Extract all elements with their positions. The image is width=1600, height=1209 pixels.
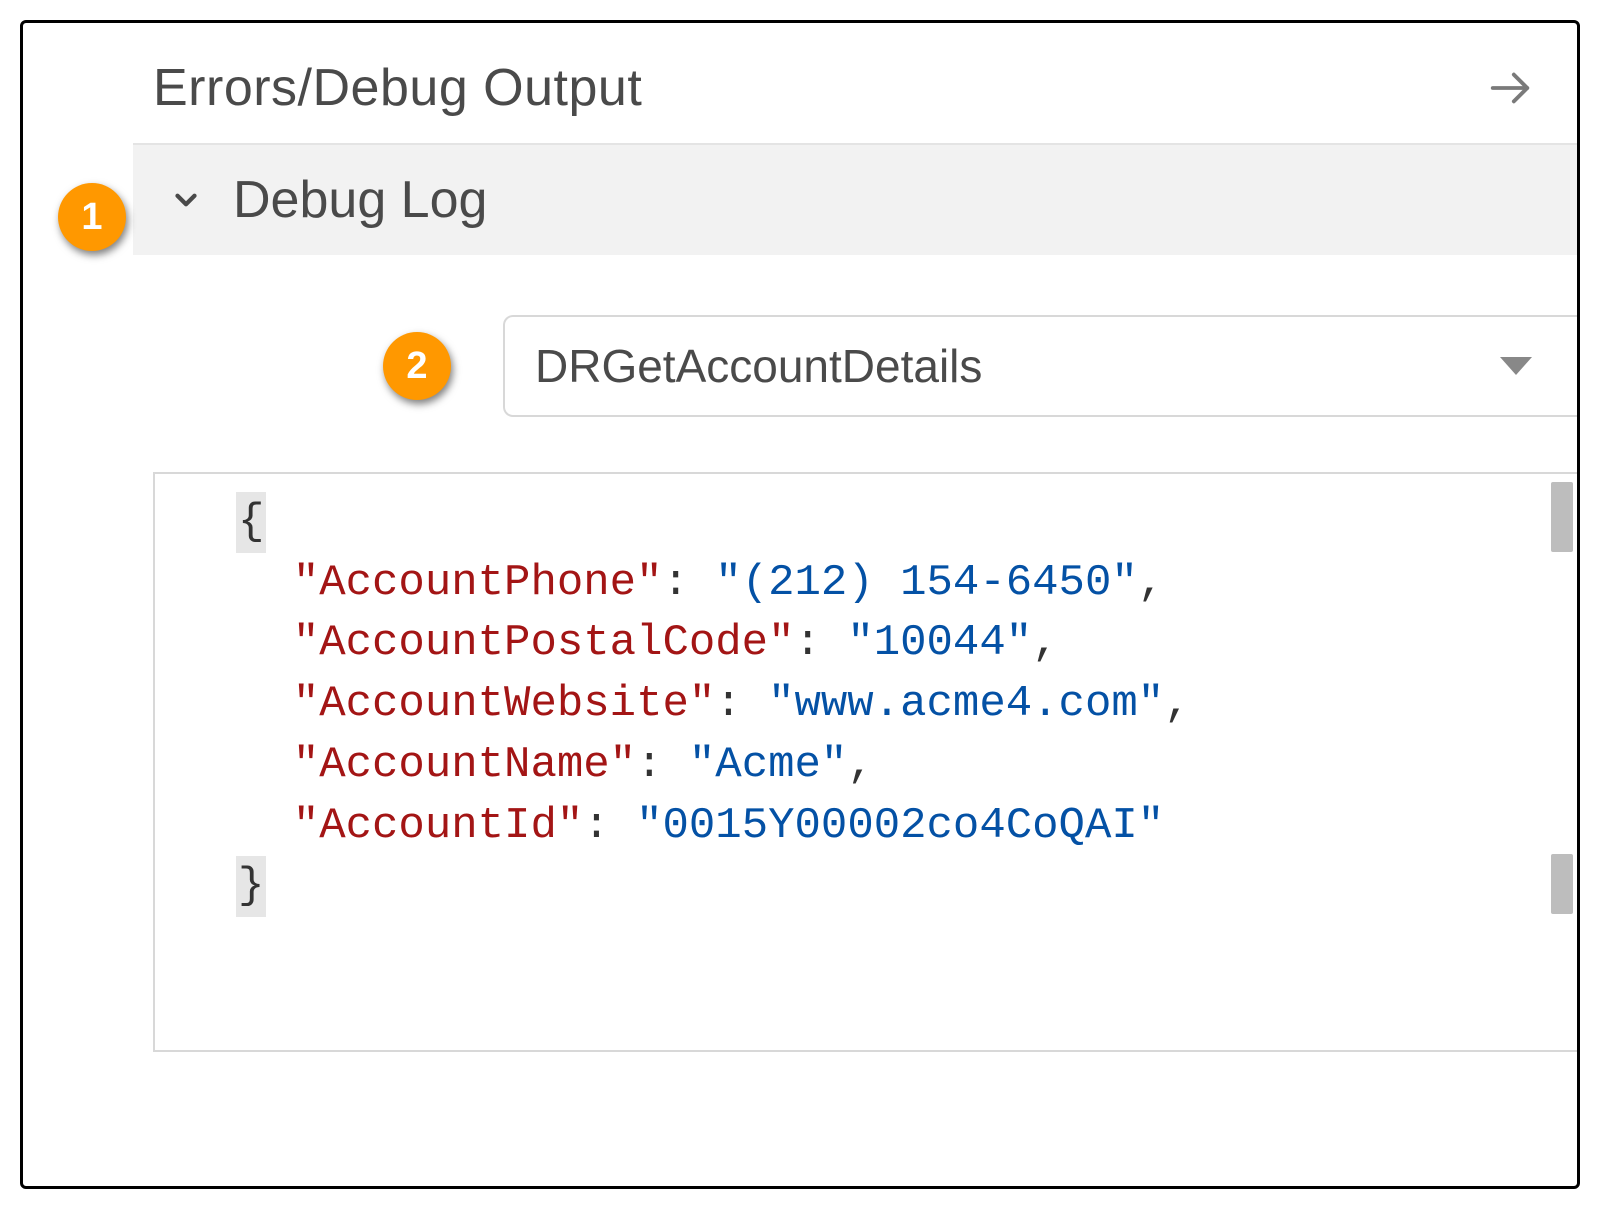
- json-key: "AccountName": [293, 740, 636, 790]
- json-colon: :: [715, 679, 768, 729]
- json-value: "(212) 154-6450": [715, 558, 1137, 608]
- scrollbar-thumb[interactable]: [1551, 854, 1573, 914]
- json-brace-open: {: [236, 492, 266, 553]
- json-comma: ,: [1164, 679, 1190, 729]
- debug-panel: Errors/Debug Output 1 Debug Log 2 DRGetA…: [20, 20, 1580, 1189]
- json-value: "Acme": [689, 740, 847, 790]
- json-output-area[interactable]: { "AccountPhone": "(212) 154-6450", "Acc…: [153, 472, 1577, 1052]
- code-area-wrap: { "AccountPhone": "(212) 154-6450", "Acc…: [153, 472, 1577, 1052]
- arrow-right-icon[interactable]: [1482, 61, 1537, 116]
- json-key: "AccountPhone": [293, 558, 663, 608]
- panel-header: Errors/Debug Output: [23, 23, 1577, 143]
- json-key: "AccountId": [293, 801, 583, 851]
- action-dropdown[interactable]: DRGetAccountDetails: [503, 315, 1577, 417]
- scrollbar-thumb[interactable]: [1551, 482, 1573, 552]
- json-colon: :: [583, 801, 636, 851]
- json-comma: ,: [1138, 558, 1164, 608]
- dropdown-selected-label: DRGetAccountDetails: [535, 339, 982, 393]
- callout-badge-2: 2: [383, 332, 451, 400]
- caret-down-icon: [1500, 357, 1532, 375]
- json-comma: ,: [847, 740, 873, 790]
- section-title: Debug Log: [233, 170, 487, 230]
- json-colon: :: [795, 618, 848, 668]
- json-key: "AccountWebsite": [293, 679, 715, 729]
- json-colon: :: [662, 558, 715, 608]
- json-value: "www.acme4.com": [768, 679, 1164, 729]
- dropdown-row: DRGetAccountDetails: [503, 255, 1577, 457]
- json-key: "AccountPostalCode": [293, 618, 795, 668]
- json-brace-close: }: [236, 856, 266, 917]
- json-value: "0015Y00002co4CoQAI": [636, 801, 1164, 851]
- debug-log-section-header[interactable]: Debug Log: [133, 145, 1577, 255]
- json-value: "10044": [847, 618, 1032, 668]
- callout-badge-1: 1: [58, 183, 126, 251]
- panel-title: Errors/Debug Output: [153, 58, 642, 118]
- json-colon: :: [636, 740, 689, 790]
- scrollbar-track[interactable]: [1547, 474, 1577, 1050]
- chevron-down-icon[interactable]: [163, 178, 208, 223]
- json-content: { "AccountPhone": "(212) 154-6450", "Acc…: [155, 474, 1577, 935]
- json-comma: ,: [1032, 618, 1058, 668]
